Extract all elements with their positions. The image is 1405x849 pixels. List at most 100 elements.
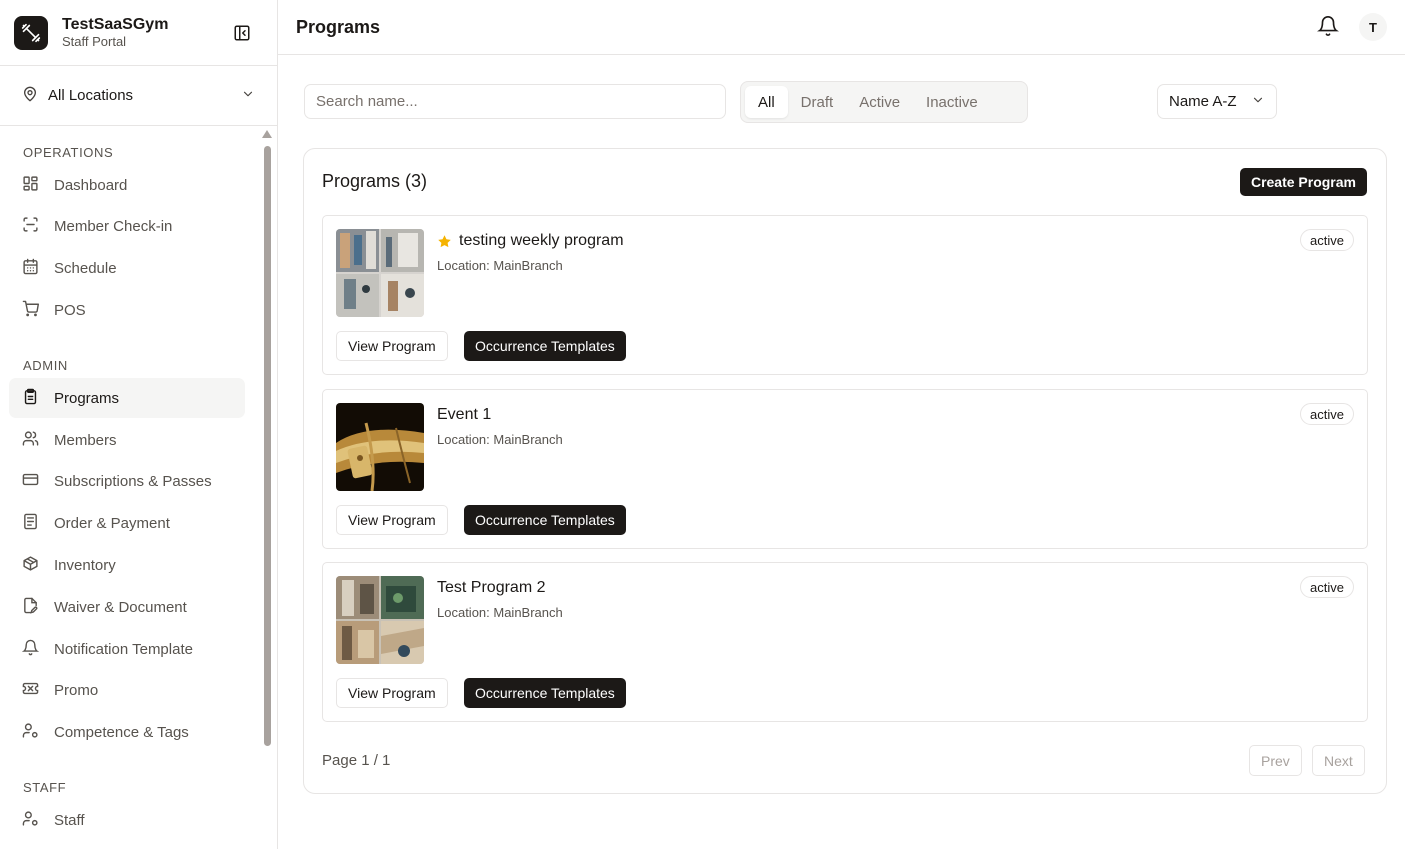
brand-subtitle: Staff Portal	[62, 34, 127, 49]
sidebar-scrollbar[interactable]	[262, 130, 272, 849]
sidebar-item-label: Competence & Tags	[54, 723, 189, 741]
sidebar-item-label: Programs	[54, 389, 120, 407]
programs-count-title: Programs (3)	[322, 171, 428, 191]
sidebar-item-label: POS	[54, 301, 86, 319]
sidebar-item-staff[interactable]: Staff	[9, 800, 245, 840]
sidebar-item-label: Schedule	[54, 259, 117, 277]
sidebar-item-pos[interactable]: POS	[9, 290, 245, 330]
notification-bell-icon[interactable]	[1317, 15, 1341, 39]
sidebar-item-order-payment[interactable]: Order & Payment	[9, 503, 245, 543]
view-program-button[interactable]: View Program	[336, 331, 448, 361]
view-program-button[interactable]: View Program	[336, 505, 448, 535]
user-cog-icon	[22, 722, 39, 743]
location-label: All Locations	[48, 87, 134, 104]
cart-icon	[22, 300, 40, 321]
avatar[interactable]: T	[1359, 13, 1387, 41]
package-icon	[22, 555, 39, 576]
scan-icon	[22, 216, 39, 237]
program-item: testing weekly program Location: MainBra…	[322, 215, 1368, 375]
sidebar-item-label: Subscriptions & Passes	[54, 472, 212, 490]
sidebar-item-label: Dashboard	[54, 176, 128, 194]
sidebar-item-dashboard[interactable]: Dashboard	[9, 165, 245, 205]
program-name: testing weekly program	[437, 232, 624, 250]
program-thumbnail	[336, 403, 424, 491]
prev-page-button[interactable]: Prev	[1249, 745, 1302, 776]
page-info: Page 1 / 1	[322, 752, 391, 769]
sidebar-item-inventory[interactable]: Inventory	[9, 545, 245, 585]
sidebar-item-competence-tags[interactable]: Competence & Tags	[9, 712, 245, 752]
sidebar-item-subscriptions[interactable]: Subscriptions & Passes	[9, 461, 245, 501]
sidebar-item-label: Notification Template	[54, 640, 193, 658]
map-pin-icon	[22, 86, 38, 106]
user-cog-icon	[22, 810, 39, 831]
tab-active[interactable]: Active	[846, 86, 913, 118]
program-name: Test Program 2	[437, 579, 545, 597]
occurrence-templates-button[interactable]: Occurrence Templates	[464, 331, 626, 361]
program-name-text: testing weekly program	[459, 232, 624, 249]
sidebar-item-member-check-in[interactable]: Member Check-in	[9, 206, 245, 246]
sort-select[interactable]: Name A-Z	[1157, 84, 1277, 119]
sidebar-item-notification-template[interactable]: Notification Template	[9, 629, 245, 669]
tab-draft[interactable]: Draft	[788, 86, 847, 118]
create-program-button[interactable]: Create Program	[1239, 168, 1367, 196]
brand-name: TestSaaSGym	[62, 16, 169, 33]
grid-icon	[22, 175, 39, 196]
sidebar: TestSaaSGym Staff Portal All Locations O…	[0, 0, 278, 849]
top-bar: Programs T	[278, 0, 1405, 55]
sidebar-nav: OPERATIONS Dashboard Member Check-in Sch…	[0, 127, 262, 849]
program-name: Event 1	[437, 406, 491, 424]
brand-header: TestSaaSGym Staff Portal	[0, 0, 277, 66]
clipboard-icon	[22, 388, 39, 409]
program-location: Location: MainBranch	[437, 605, 563, 620]
sidebar-item-members[interactable]: Members	[9, 420, 245, 460]
sidebar-item-promo[interactable]: Promo	[9, 670, 245, 710]
location-selector[interactable]: All Locations	[0, 66, 277, 126]
star-icon	[437, 234, 452, 249]
file-edit-icon	[22, 597, 39, 618]
occurrence-templates-button[interactable]: Occurrence Templates	[464, 505, 626, 535]
scrollbar-thumb[interactable]	[264, 146, 271, 746]
occurrence-templates-button[interactable]: Occurrence Templates	[464, 678, 626, 708]
chevron-down-icon	[241, 87, 255, 105]
program-location: Location: MainBranch	[437, 258, 563, 273]
status-badge: active	[1300, 576, 1354, 598]
sort-value: Name A-Z	[1169, 93, 1237, 110]
program-thumbnail	[336, 229, 424, 317]
program-item: Test Program 2 Location: MainBranch acti…	[322, 562, 1368, 722]
page-title: Programs	[296, 16, 381, 37]
sidebar-item-label: Members	[54, 431, 117, 449]
programs-card: Programs (3) Create Program testing week…	[303, 148, 1387, 794]
sidebar-item-waiver-document[interactable]: Waiver & Document	[9, 587, 245, 627]
search-input[interactable]	[304, 84, 726, 119]
sidebar-item-label: Staff	[54, 811, 85, 829]
sidebar-item-label: Waiver & Document	[54, 598, 187, 616]
calendar-icon	[22, 258, 39, 279]
sidebar-item-schedule[interactable]: Schedule	[9, 248, 245, 288]
chevron-down-icon	[1251, 93, 1265, 111]
sidebar-item-label: Promo	[54, 681, 99, 699]
program-name-text: Event 1	[437, 406, 492, 423]
status-filter-tabs: All Draft Active Inactive	[740, 81, 1028, 123]
status-badge: active	[1300, 229, 1354, 251]
sidebar-item-label: Member Check-in	[54, 217, 173, 235]
users-icon	[22, 430, 39, 451]
next-page-button[interactable]: Next	[1312, 745, 1365, 776]
dumbbell-icon	[14, 15, 48, 50]
collapse-sidebar-icon[interactable]	[231, 22, 253, 44]
bell-icon	[21, 639, 40, 660]
program-location: Location: MainBranch	[437, 432, 563, 447]
tab-inactive[interactable]: Inactive	[913, 86, 991, 118]
program-item: Event 1 Location: MainBranch active View…	[322, 389, 1368, 549]
scroll-up-arrow-icon[interactable]	[262, 130, 272, 138]
sidebar-item-label: Order & Payment	[54, 514, 170, 532]
view-program-button[interactable]: View Program	[336, 678, 448, 708]
section-title-staff: STAFF	[23, 780, 67, 795]
sidebar-item-programs[interactable]: Programs	[9, 378, 245, 418]
main-content: Programs T All Draft Active Inactive Nam…	[278, 0, 1405, 849]
receipt-icon	[22, 513, 39, 534]
tab-all[interactable]: All	[745, 86, 788, 118]
ticket-icon	[22, 680, 39, 701]
status-badge: active	[1300, 403, 1354, 425]
credit-card-icon	[22, 471, 39, 492]
program-name-text: Test Program 2	[437, 579, 546, 596]
